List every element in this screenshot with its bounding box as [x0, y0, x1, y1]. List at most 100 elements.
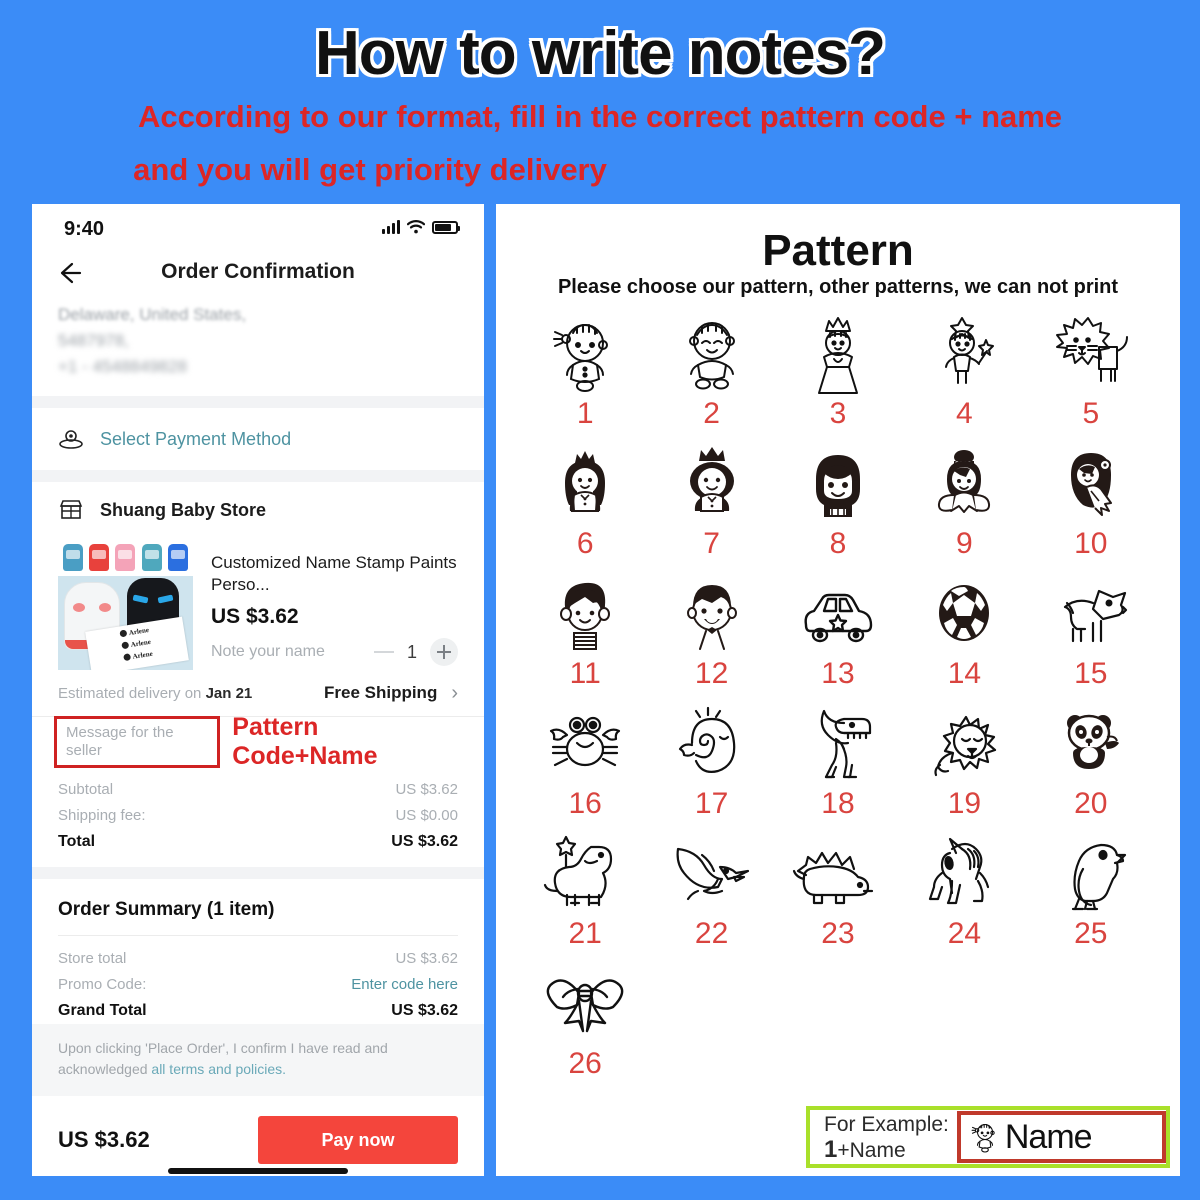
pattern-item-25[interactable]: 25: [1028, 833, 1154, 963]
store-total-value: US $3.62: [395, 950, 458, 967]
select-payment-method-row[interactable]: Select Payment Method: [32, 408, 484, 470]
pattern-item-8[interactable]: 8: [775, 443, 901, 573]
shipping-fee-value: US $0.00: [395, 807, 458, 824]
shipping-method: Free Shipping: [323, 683, 438, 702]
crab-icon: [550, 716, 621, 767]
product-name: Customized Name Stamp Paints Perso...: [211, 553, 457, 594]
pattern-number-9: 9: [956, 527, 973, 560]
pattern-item-24[interactable]: 24: [901, 833, 1027, 963]
note-row: Note your name 1: [211, 638, 458, 666]
grand-total-label: Grand Total: [58, 1002, 147, 1019]
pattern-grid: 1 2 3 4 5 6 7 8 9 10 11 12 13 14 15 16 1…: [496, 299, 1180, 1093]
enter-code-link[interactable]: Enter code here: [351, 972, 458, 998]
boy-solid-icon: [815, 455, 860, 517]
pattern-item-22[interactable]: 22: [648, 833, 774, 963]
pattern-item-19[interactable]: 19: [901, 703, 1027, 833]
message-for-seller-row[interactable]: Message for the seller Pattern Code+Name: [32, 713, 484, 770]
delivery-prefix: Estimated delivery on: [58, 684, 206, 702]
delivery-row[interactable]: Estimated delivery on Jan 21 Free Shippi…: [32, 670, 484, 716]
pattern-item-21[interactable]: 21: [522, 833, 648, 963]
example-label: For Example: 1+Name: [810, 1112, 949, 1163]
page-title: How to write notes?: [315, 19, 886, 88]
pay-now-button[interactable]: Pay now: [258, 1116, 458, 1164]
example-suffix: +Name: [837, 1138, 906, 1162]
store-name: Shuang Baby Store: [100, 499, 267, 520]
product-row[interactable]: Arlene Arlene Arlene Customized Name Sta…: [32, 538, 484, 670]
store-row[interactable]: Shuang Baby Store: [32, 482, 484, 538]
minus-icon[interactable]: [373, 651, 394, 653]
stegosaurus-icon: [792, 851, 874, 905]
example-stamp-name: Name: [1004, 1117, 1093, 1156]
pattern-item-18[interactable]: 18: [775, 703, 901, 833]
message-highlight-box[interactable]: Message for the seller: [54, 716, 221, 768]
shipping-fee-label: Shipping fee:: [58, 807, 146, 824]
section-divider: [32, 396, 484, 408]
pattern-number-19: 19: [947, 787, 982, 820]
pattern-item-2[interactable]: 2: [648, 313, 774, 443]
princess-icon: [817, 317, 858, 394]
fox-icon: [1063, 589, 1127, 643]
pattern-item-15[interactable]: 15: [1028, 573, 1154, 703]
pattern-number-21: 21: [568, 917, 602, 950]
pattern-item-1[interactable]: 1: [522, 313, 648, 443]
pattern-item-5[interactable]: 5: [1028, 313, 1154, 443]
shipping-address[interactable]: Delaware, United States, 5487978, +1 - 4…: [32, 298, 484, 396]
pattern-item-23[interactable]: 23: [775, 833, 901, 963]
store-total-label: Store total: [58, 950, 127, 967]
wifi-icon: [407, 220, 425, 234]
pattern-number-26: 26: [568, 1047, 602, 1080]
pattern-number-7: 7: [703, 527, 720, 560]
order-summary-title: Order Summary (1 item): [58, 899, 275, 920]
summary-row-store-total: Store total US $3.62: [58, 946, 458, 972]
plus-icon[interactable]: [430, 638, 458, 666]
pattern-number-8: 8: [829, 527, 847, 560]
note-your-name-input[interactable]: Note your name: [211, 643, 374, 661]
pattern-number-20: 20: [1074, 787, 1108, 820]
product-thumbnail[interactable]: Arlene Arlene Arlene: [58, 538, 193, 670]
pattern-item-16[interactable]: 16: [522, 703, 648, 833]
unicorn-icon: [929, 837, 990, 905]
pattern-item-14[interactable]: 14: [901, 573, 1027, 703]
home-indicator: [168, 1168, 348, 1174]
pattern-number-4: 4: [956, 397, 973, 430]
pattern-item-9[interactable]: 9: [901, 443, 1027, 573]
pattern-item-7[interactable]: 7: [648, 443, 774, 573]
brontosaurus-icon: [544, 835, 613, 907]
pattern-item-3[interactable]: 3: [775, 313, 901, 443]
pattern-item-12[interactable]: 12: [648, 573, 774, 703]
pattern-number-22: 22: [694, 917, 729, 950]
page-subtitle-line1: According to our format, fill in the cor…: [137, 99, 1063, 134]
product-price: US $3.62: [211, 605, 299, 628]
message-for-seller-input[interactable]: Message for the seller: [66, 724, 174, 759]
pterodactyl-icon: [676, 847, 749, 901]
pattern-number-2: 2: [703, 397, 720, 430]
pattern-item-6[interactable]: 6: [522, 443, 648, 573]
pattern-number-12: 12: [694, 657, 729, 690]
chevron-right-icon[interactable]: ›: [451, 682, 458, 705]
pattern-item-20[interactable]: 20: [1028, 703, 1154, 833]
pattern-item-10[interactable]: 10: [1028, 443, 1154, 573]
summary-row-promo[interactable]: Promo Code: Enter code here: [58, 972, 458, 998]
total-label: Total: [58, 833, 96, 850]
pattern-item-26[interactable]: 26: [522, 963, 648, 1093]
subtotal-label: Subtotal: [58, 781, 114, 798]
pattern-subtitle: Please choose our pattern, other pattern…: [557, 276, 1119, 298]
boy-bowtie-icon: [686, 585, 737, 650]
summary-divider: [58, 935, 458, 936]
address-line-1: Delaware, United States,: [58, 305, 247, 324]
totals-row-shipping: Shipping fee: US $0.00: [58, 803, 458, 829]
example-box: For Example: 1+Name Name: [806, 1106, 1170, 1168]
thumbnail-variant-strip: [58, 538, 193, 576]
status-bar: 9:40: [32, 204, 484, 252]
pattern-number-11: 11: [569, 657, 601, 690]
pattern-item-11[interactable]: 11: [522, 573, 648, 703]
pattern-item-4[interactable]: 4: [901, 313, 1027, 443]
boy-stripes-icon: [560, 582, 611, 650]
terms-link[interactable]: all terms and policies.: [151, 1061, 286, 1077]
pattern-item-13[interactable]: 13: [775, 573, 901, 703]
pattern-number-23: 23: [821, 917, 855, 950]
pattern-number-16: 16: [568, 787, 602, 820]
pattern-item-17[interactable]: 17: [648, 703, 774, 833]
quantity-stepper[interactable]: 1: [373, 638, 458, 666]
pattern-title: Pattern: [762, 226, 914, 275]
